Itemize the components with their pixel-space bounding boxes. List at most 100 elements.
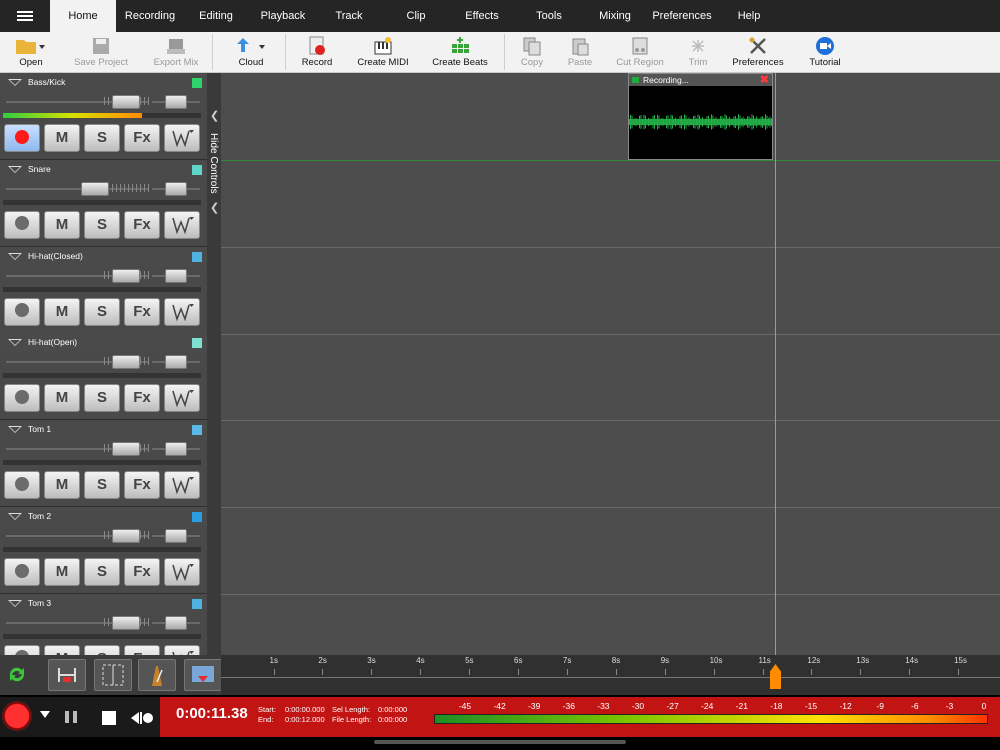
- timeline-area[interactable]: Recording... ✖: [221, 73, 1000, 655]
- pan-fader-knob[interactable]: [165, 268, 187, 283]
- automation-button[interactable]: [164, 644, 200, 655]
- snap-icon[interactable]: [48, 659, 86, 691]
- open-button[interactable]: Open: [8, 32, 54, 72]
- record-arm-button[interactable]: [4, 210, 40, 239]
- tab-mixing[interactable]: Mixing: [582, 0, 648, 32]
- track-color-swatch[interactable]: [192, 598, 202, 609]
- automation-button[interactable]: [164, 297, 200, 326]
- track-header[interactable]: Hi-hat(Open): [0, 333, 207, 353]
- volume-fader-knob[interactable]: [112, 268, 140, 283]
- collapse-triangle-icon[interactable]: [8, 79, 22, 86]
- tab-editing[interactable]: Editing: [183, 0, 249, 32]
- record-arm-button[interactable]: [4, 384, 40, 413]
- export-mix-button[interactable]: Export Mix: [147, 32, 205, 72]
- record-arm-button[interactable]: [4, 644, 40, 655]
- record-transport-button[interactable]: [2, 701, 32, 731]
- track-color-swatch[interactable]: [192, 512, 202, 522]
- stop-icon[interactable]: [101, 710, 117, 726]
- tab-recording[interactable]: Recording: [117, 0, 183, 32]
- fx-button[interactable]: Fx: [124, 558, 160, 586]
- record-arm-button[interactable]: [4, 471, 40, 500]
- collapse-triangle-icon[interactable]: [8, 252, 22, 260]
- playhead[interactable]: [775, 73, 776, 655]
- tutorial-button[interactable]: Tutorial: [805, 32, 845, 72]
- mute-button[interactable]: M: [44, 471, 80, 500]
- tab-playback[interactable]: Playback: [250, 0, 316, 32]
- automation-button[interactable]: [164, 384, 200, 413]
- pan-fader-knob[interactable]: [165, 529, 187, 543]
- track-color-swatch[interactable]: [192, 425, 202, 436]
- pause-icon[interactable]: [63, 709, 79, 725]
- collapse-triangle-icon[interactable]: [8, 599, 22, 607]
- volume-fader-knob[interactable]: [112, 95, 140, 109]
- cut-region-button[interactable]: Cut Region: [614, 32, 666, 72]
- record-arm-button[interactable]: [4, 297, 40, 326]
- solo-button[interactable]: S: [84, 297, 120, 326]
- track-header[interactable]: Snare: [0, 159, 207, 179]
- volume-fader-knob[interactable]: [112, 615, 140, 630]
- automation-button[interactable]: [164, 471, 200, 500]
- record-arm-button[interactable]: [4, 124, 40, 152]
- track-color-swatch[interactable]: [192, 164, 202, 175]
- record-button[interactable]: Record: [295, 32, 339, 72]
- preferences-button[interactable]: Preferences: [730, 32, 786, 72]
- solo-button[interactable]: S: [84, 210, 120, 239]
- mute-button[interactable]: M: [44, 558, 80, 586]
- collapse-triangle-icon[interactable]: [8, 426, 22, 434]
- track-header[interactable]: Tom 1: [0, 420, 207, 440]
- volume-fader-knob[interactable]: [112, 529, 140, 543]
- pan-fader-knob[interactable]: [165, 95, 187, 109]
- tab-home[interactable]: Home: [50, 0, 116, 32]
- track-header[interactable]: Hi-hat(Closed): [0, 246, 207, 266]
- cloud-button[interactable]: Cloud: [226, 32, 276, 72]
- volume-fader-knob[interactable]: [112, 442, 140, 457]
- pan-fader-knob[interactable]: [165, 355, 187, 370]
- collapse-triangle-icon[interactable]: [8, 165, 22, 173]
- fx-button[interactable]: Fx: [124, 384, 160, 413]
- solo-button[interactable]: S: [84, 558, 120, 586]
- zoom-fit-icon[interactable]: [184, 659, 222, 691]
- track-color-swatch[interactable]: [192, 338, 202, 349]
- fx-button[interactable]: Fx: [124, 644, 160, 655]
- tab-effects[interactable]: Effects: [449, 0, 515, 32]
- solo-button[interactable]: S: [84, 644, 120, 655]
- mute-button[interactable]: M: [44, 297, 80, 326]
- save-project-button[interactable]: Save Project: [70, 32, 132, 72]
- fx-button[interactable]: Fx: [124, 124, 160, 152]
- play-from-cursor-icon[interactable]: [130, 710, 154, 726]
- solo-button[interactable]: S: [84, 471, 120, 500]
- track-color-swatch[interactable]: [192, 78, 202, 88]
- loop-icon[interactable]: [0, 659, 34, 689]
- fx-button[interactable]: Fx: [124, 471, 160, 500]
- pan-fader-knob[interactable]: [165, 181, 187, 196]
- track-color-swatch[interactable]: [192, 251, 202, 262]
- create-midi-button[interactable]: Create MIDI: [352, 32, 414, 72]
- mute-button[interactable]: M: [44, 644, 80, 655]
- playhead-marker[interactable]: [770, 664, 781, 689]
- pan-fader-knob[interactable]: [165, 615, 187, 630]
- solo-button[interactable]: S: [84, 384, 120, 413]
- track-header[interactable]: Tom 3: [0, 593, 207, 613]
- tab-preferences[interactable]: Preferences: [648, 0, 716, 32]
- volume-fader-knob[interactable]: [81, 181, 109, 196]
- tab-tools[interactable]: Tools: [516, 0, 582, 32]
- copy-button[interactable]: Copy: [514, 32, 550, 72]
- volume-fader-knob[interactable]: [112, 355, 140, 370]
- trim-button[interactable]: Trim: [682, 32, 714, 72]
- hamburger-menu-icon[interactable]: [0, 0, 50, 32]
- collapse-triangle-icon[interactable]: [8, 513, 22, 520]
- tab-help[interactable]: Help: [716, 0, 782, 32]
- tab-track[interactable]: Track: [316, 0, 382, 32]
- timeline-ruler[interactable]: 1s 2s 3s 4s 5s 6s 7s 8s 9s 10s 11s 12s 13s 14s 15s: [221, 655, 1000, 695]
- pan-fader-knob[interactable]: [165, 442, 187, 457]
- collapse-triangle-icon[interactable]: [8, 339, 22, 347]
- selection-region-icon[interactable]: [94, 659, 132, 691]
- mute-button[interactable]: M: [44, 210, 80, 239]
- track-header[interactable]: Tom 2: [0, 507, 207, 526]
- automation-button[interactable]: [164, 558, 200, 586]
- recording-clip[interactable]: Recording... ✖: [628, 73, 773, 160]
- record-options-chevron-icon[interactable]: [40, 711, 50, 718]
- create-beats-button[interactable]: Create Beats: [428, 32, 492, 72]
- metronome-icon[interactable]: [138, 659, 176, 691]
- automation-button[interactable]: [164, 124, 200, 152]
